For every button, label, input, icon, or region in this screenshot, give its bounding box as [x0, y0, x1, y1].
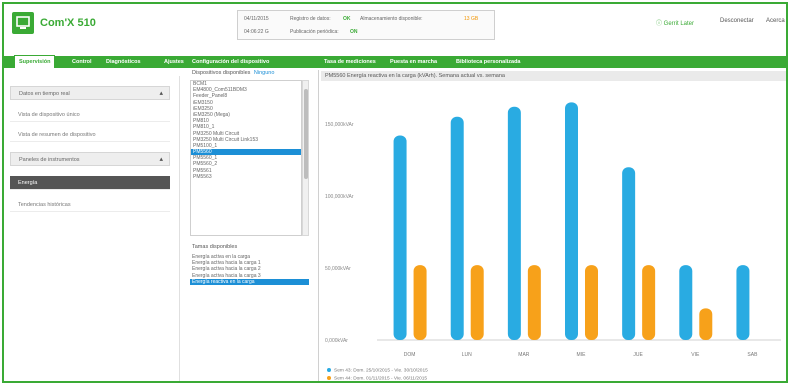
about-link[interactable]: Acerca: [766, 18, 785, 24]
chevron-up-icon: ▴: [159, 90, 163, 97]
legend-dot-icon: [327, 368, 331, 372]
status-date: 04/11/2015: [244, 16, 269, 22]
variable-panel-title: Tamas disponibles: [192, 244, 238, 250]
main-tabs: Supervisión Control Diagnósticos Ajustes…: [4, 55, 786, 68]
app-window: Com'X 510 04/11/2015 Registro de datos: …: [2, 2, 788, 383]
bar-lun-series-2[interactable]: [470, 265, 484, 340]
energy-bar-chart: 0,000kVAr 50,000kVAr 100,000kVAr 150,000kVA…: [325, 102, 781, 358]
sidebar-group-dashboards[interactable]: Paneles de instrumentos ▴: [10, 152, 170, 166]
chevron-up-icon: ▴: [159, 156, 163, 163]
chart-title: PM5560 Energía reactiva en la carga (kVA…: [321, 71, 786, 81]
sidebar-item-historical-trends[interactable]: Tendencias históricas: [10, 198, 170, 212]
bar-mie-series-2[interactable]: [585, 265, 598, 340]
registry-label: Registro de datos:: [290, 16, 331, 22]
x-tick-label: MAR: [518, 352, 530, 358]
app-title: Com'X 510: [40, 17, 96, 29]
status-time: 04:06:22 G: [244, 29, 269, 35]
sidebar-group-label: Datos en tiempo real: [19, 91, 70, 97]
bar-jue-series-2[interactable]: [642, 265, 656, 340]
y-tick-label: 100,000kVAr: [325, 194, 354, 200]
sidebar-item-single-device[interactable]: Vista de dispositivo único: [10, 108, 170, 122]
publication-value: ON: [350, 29, 358, 35]
x-tick-label: DOM: [404, 352, 416, 358]
bar-jue-series-1[interactable]: [622, 167, 636, 340]
y-tick-label: 150,000kVAr: [325, 122, 354, 128]
tab-supervision[interactable]: Supervisión: [14, 55, 56, 68]
tab-diagnostics[interactable]: Diagnósticos: [102, 56, 145, 68]
sidebar-item-energy[interactable]: Energía: [10, 176, 170, 190]
tab-measurement-rate[interactable]: Tasa de mediciones: [320, 56, 380, 68]
bar-dom-series-1[interactable]: [393, 135, 407, 340]
storage-label: Almacenamiento disponible:: [360, 16, 423, 22]
legend-label: Sem 44: Dom. 01/11/2015 - Vie. 06/11/201…: [334, 376, 428, 382]
scrollbar-thumb[interactable]: [304, 89, 308, 179]
select-none-link[interactable]: Ninguno: [254, 70, 275, 76]
help-link[interactable]: ⓘ Gerrit Later: [656, 18, 694, 27]
device-list-scrollbar[interactable]: [302, 80, 309, 236]
bar-mie-series-1[interactable]: [565, 102, 578, 341]
y-tick-label: 50,000kVAr: [325, 266, 351, 272]
tab-device-config[interactable]: Configuración del dispositivo: [188, 56, 273, 68]
device-list[interactable]: BCM1 EM4800_Com511BDM3 Feeder_Panel8 iEM315…: [190, 80, 302, 236]
bar-vie-series-2[interactable]: [699, 308, 713, 340]
sidebar-group-label: Paneles de instrumentos: [19, 157, 80, 163]
tab-custom-library[interactable]: Biblioteca personalizada: [452, 56, 525, 68]
bar-vie-series-1[interactable]: [679, 265, 693, 340]
variable-list[interactable]: Energía activa en la carga Energía activa…: [190, 254, 309, 308]
variable-list-item[interactable]: Energía reactiva en la carga: [190, 278, 309, 285]
storage-value: 13 GB: [464, 16, 479, 22]
publication-label: Publicación periódica:: [290, 29, 339, 35]
bar-mar-series-1[interactable]: [507, 106, 521, 340]
sidebar: Datos en tiempo real ▴ Vista de disposit…: [4, 76, 180, 381]
x-tick-label: VIE: [691, 352, 700, 358]
app-logo-icon: [12, 12, 34, 34]
x-tick-label: JUE: [633, 352, 643, 358]
x-tick-label: SAB: [747, 352, 758, 358]
app-header: Com'X 510 04/11/2015 Registro de datos: …: [4, 4, 786, 50]
legend-item-series-1: Sem 43: Dom. 25/10/2015 - Vie. 30/10/201…: [327, 368, 428, 373]
chart-panel: PM5560 Energía reactiva en la carga (kVA…: [318, 70, 786, 381]
x-tick-label: MIE: [577, 352, 587, 358]
y-tick-label: 0,000kVAr: [325, 338, 348, 344]
sidebar-group-realtime[interactable]: Datos en tiempo real ▴: [10, 86, 170, 100]
bar-mar-series-2[interactable]: [527, 265, 541, 340]
device-panel: Dispositivos disponibles Ninguno BCM1 EM4…: [190, 70, 310, 240]
logout-link[interactable]: Desconectar: [720, 18, 754, 24]
device-list-item[interactable]: PM5563: [191, 174, 301, 180]
bar-dom-series-2[interactable]: [413, 265, 427, 340]
bar-sab-series-1[interactable]: [736, 265, 750, 340]
help-icon: ⓘ: [656, 21, 664, 27]
device-panel-title-text: Dispositivos disponibles: [192, 70, 251, 76]
tab-control[interactable]: Control: [68, 56, 96, 68]
status-panel: 04/11/2015 Registro de datos: OK Almacen…: [237, 10, 495, 40]
legend-item-series-2: Sem 44: Dom. 01/11/2015 - Vie. 06/11/201…: [327, 376, 427, 381]
tab-commissioning[interactable]: Puesta en marcha: [386, 56, 441, 68]
device-panel-title: Dispositivos disponibles Ninguno: [192, 70, 274, 76]
variable-panel: Tamas disponibles Energía activa en la c…: [190, 244, 310, 314]
legend-dot-icon: [327, 376, 331, 380]
tab-settings[interactable]: Ajustes: [160, 56, 188, 68]
x-tick-label: LUN: [462, 352, 472, 358]
sidebar-item-device-summary[interactable]: Vista de resumen de dispositivo: [10, 128, 170, 142]
bar-lun-series-1[interactable]: [450, 116, 464, 340]
registry-value: OK: [343, 16, 351, 22]
legend-label: Sem 43: Dom. 25/10/2015 - Vie. 30/10/201…: [334, 368, 428, 374]
